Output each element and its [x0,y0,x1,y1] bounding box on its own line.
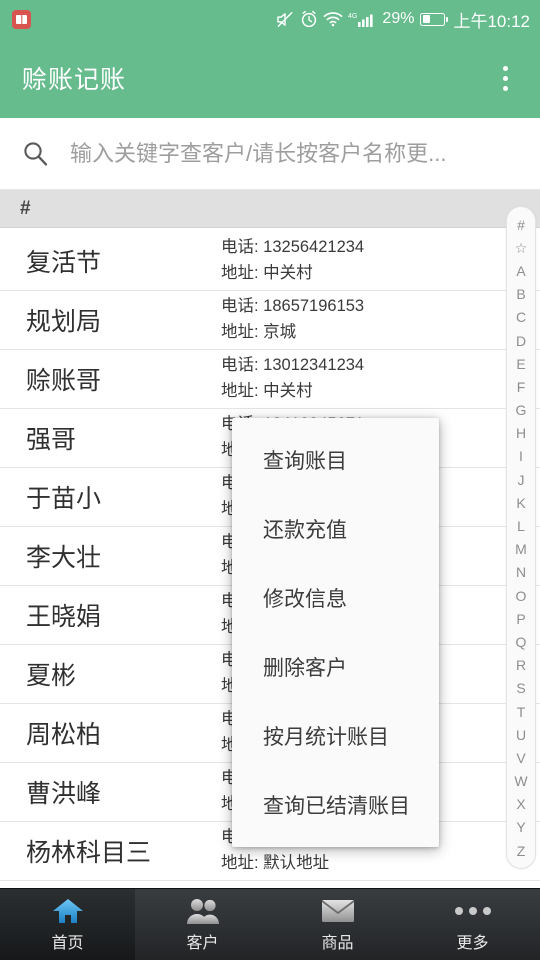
clock-time: 上午10:12 [453,11,530,31]
alpha-index-letter[interactable]: A [514,259,527,282]
customer-name: 曹洪峰 [26,780,102,808]
nav-label-customers: 客户 [186,935,219,952]
menu-item[interactable]: 按月统计账目 [232,701,439,770]
alpha-index-letter[interactable]: # [514,213,527,236]
nav-label-home: 首页 [51,935,84,952]
alpha-index-letter[interactable]: P [514,607,527,630]
table-row[interactable]: 规划局 电话: 18657196153 地址: 京城 [0,291,540,350]
app-root: 4G 29% 上午10:12 赊账记账 # 复活节 电话: 13256421234… [0,0,540,960]
customer-name: 王晓娟 [26,603,102,631]
overflow-menu-icon[interactable] [488,58,522,98]
customer-name: 杨林科目三 [26,839,152,867]
alpha-index-letter[interactable]: J [514,468,527,491]
nav-item-goods[interactable]: 商品 [270,889,405,960]
nav-item-customers[interactable]: 客户 [135,889,270,960]
alpha-index-letter[interactable]: T [514,700,527,723]
mail-icon [320,896,355,926]
customer-phone: 电话: 13256421234 [221,238,365,257]
menu-item[interactable]: 删除客户 [232,632,439,701]
section-header: # [0,190,540,228]
signal-4g-icon: 4G [348,11,376,28]
search-bar [0,118,540,190]
menu-item[interactable]: 还款充值 [232,495,439,564]
customer-address: 地址: 京城 [221,323,297,341]
customer-name: 赊账哥 [26,367,102,395]
search-icon [18,140,52,167]
customer-name: 于苗小 [26,485,102,513]
customer-name: 复活节 [26,249,102,277]
alpha-index-letter[interactable]: Q [514,630,527,653]
customer-info: 电话: 13012341234 地址: 中关村 [221,353,540,404]
alpha-index-letter[interactable]: O [514,584,527,607]
alpha-index-letter[interactable]: I [514,445,527,468]
customer-info: 电话: 13256421234 地址: 中关村 [221,235,540,286]
status-bar-indicators: 4G 29% 上午10:12 [276,0,530,38]
table-row[interactable]: 电话: 15901168276 [0,881,540,888]
alpha-index-letter[interactable]: S [514,677,527,700]
alpha-index-letter[interactable]: B [514,283,527,306]
battery-percent: 29% [382,10,415,27]
alpha-index-letter[interactable]: W [514,770,527,793]
alpha-index-letter[interactable]: E [514,352,527,375]
alpha-index-letter[interactable]: R [514,654,527,677]
contacts-icon [185,896,221,926]
status-bar-notifications [12,9,31,29]
wifi-icon [323,11,343,27]
alarm-icon [300,10,318,28]
home-icon [52,896,84,926]
alpha-index-letter[interactable]: H [514,422,527,445]
customer-phone: 电话: 13012341234 [221,356,365,375]
alpha-index-letter[interactable]: X [514,793,527,816]
page-title: 赊账记账 [22,66,127,94]
alphabet-index-bar[interactable]: # ☆ A B C D E F G H I J K L M N O P Q R S T U V W X Y Z [506,206,536,870]
customer-address: 地址: 中关村 [221,264,313,282]
menu-item[interactable]: 查询已结清账目 [232,770,439,839]
alpha-index-letter[interactable]: N [514,561,527,584]
alpha-index-letter[interactable]: L [514,514,527,537]
alpha-index-letter[interactable]: Y [514,816,527,839]
customer-name: 强哥 [26,426,77,454]
nav-label-goods: 商品 [321,935,354,952]
menu-item[interactable]: 修改信息 [232,564,439,633]
alpha-index-letter[interactable]: G [514,399,527,422]
search-input[interactable] [52,131,526,176]
app-bar: 赊账记账 [0,38,540,118]
battery-icon [420,12,449,26]
alpha-index-letter[interactable]: Z [514,839,527,862]
menu-item[interactable]: 查询账目 [232,426,439,495]
customer-address: 地址: 中关村 [221,382,313,400]
svg-text:4G: 4G [348,13,357,20]
alpha-index-letter[interactable]: D [514,329,527,352]
customer-info: 电话: 18657196153 地址: 京城 [221,294,540,345]
customer-name: 夏彬 [26,662,77,690]
alpha-index-letter[interactable]: C [514,306,527,329]
customer-name: 规划局 [26,308,102,336]
customer-name: 李大壮 [26,544,102,572]
more-icon [454,896,491,926]
status-bar: 4G 29% 上午10:12 [0,0,540,38]
mute-icon [276,11,295,28]
alpha-index-letter[interactable]: K [514,491,527,514]
alpha-index-letter[interactable]: V [514,746,527,769]
alpha-index-letter[interactable]: F [514,375,527,398]
table-row[interactable]: 赊账哥 电话: 13012341234 地址: 中关村 [0,350,540,409]
nav-label-more: 更多 [456,935,489,952]
nav-item-home[interactable]: 首页 [0,889,135,960]
book-app-icon [12,9,31,29]
nav-item-more[interactable]: 更多 [405,889,540,960]
alpha-index-letter[interactable]: M [514,538,527,561]
table-row[interactable]: 复活节 电话: 13256421234 地址: 中关村 [0,232,540,291]
customer-name: 周松柏 [26,721,102,749]
bottom-navigation: 首页 客户 商品 更多 [0,888,540,960]
customer-phone: 电话: 18657196153 [221,297,365,316]
customer-address: 地址: 默认地址 [221,854,330,872]
context-menu-popup[interactable]: 查询账目 还款充值 修改信息 删除客户 按月统计账目 查询已结清账目 [232,418,439,847]
alpha-index-letter[interactable]: ☆ [514,236,528,259]
alpha-index-letter[interactable]: U [514,723,527,746]
